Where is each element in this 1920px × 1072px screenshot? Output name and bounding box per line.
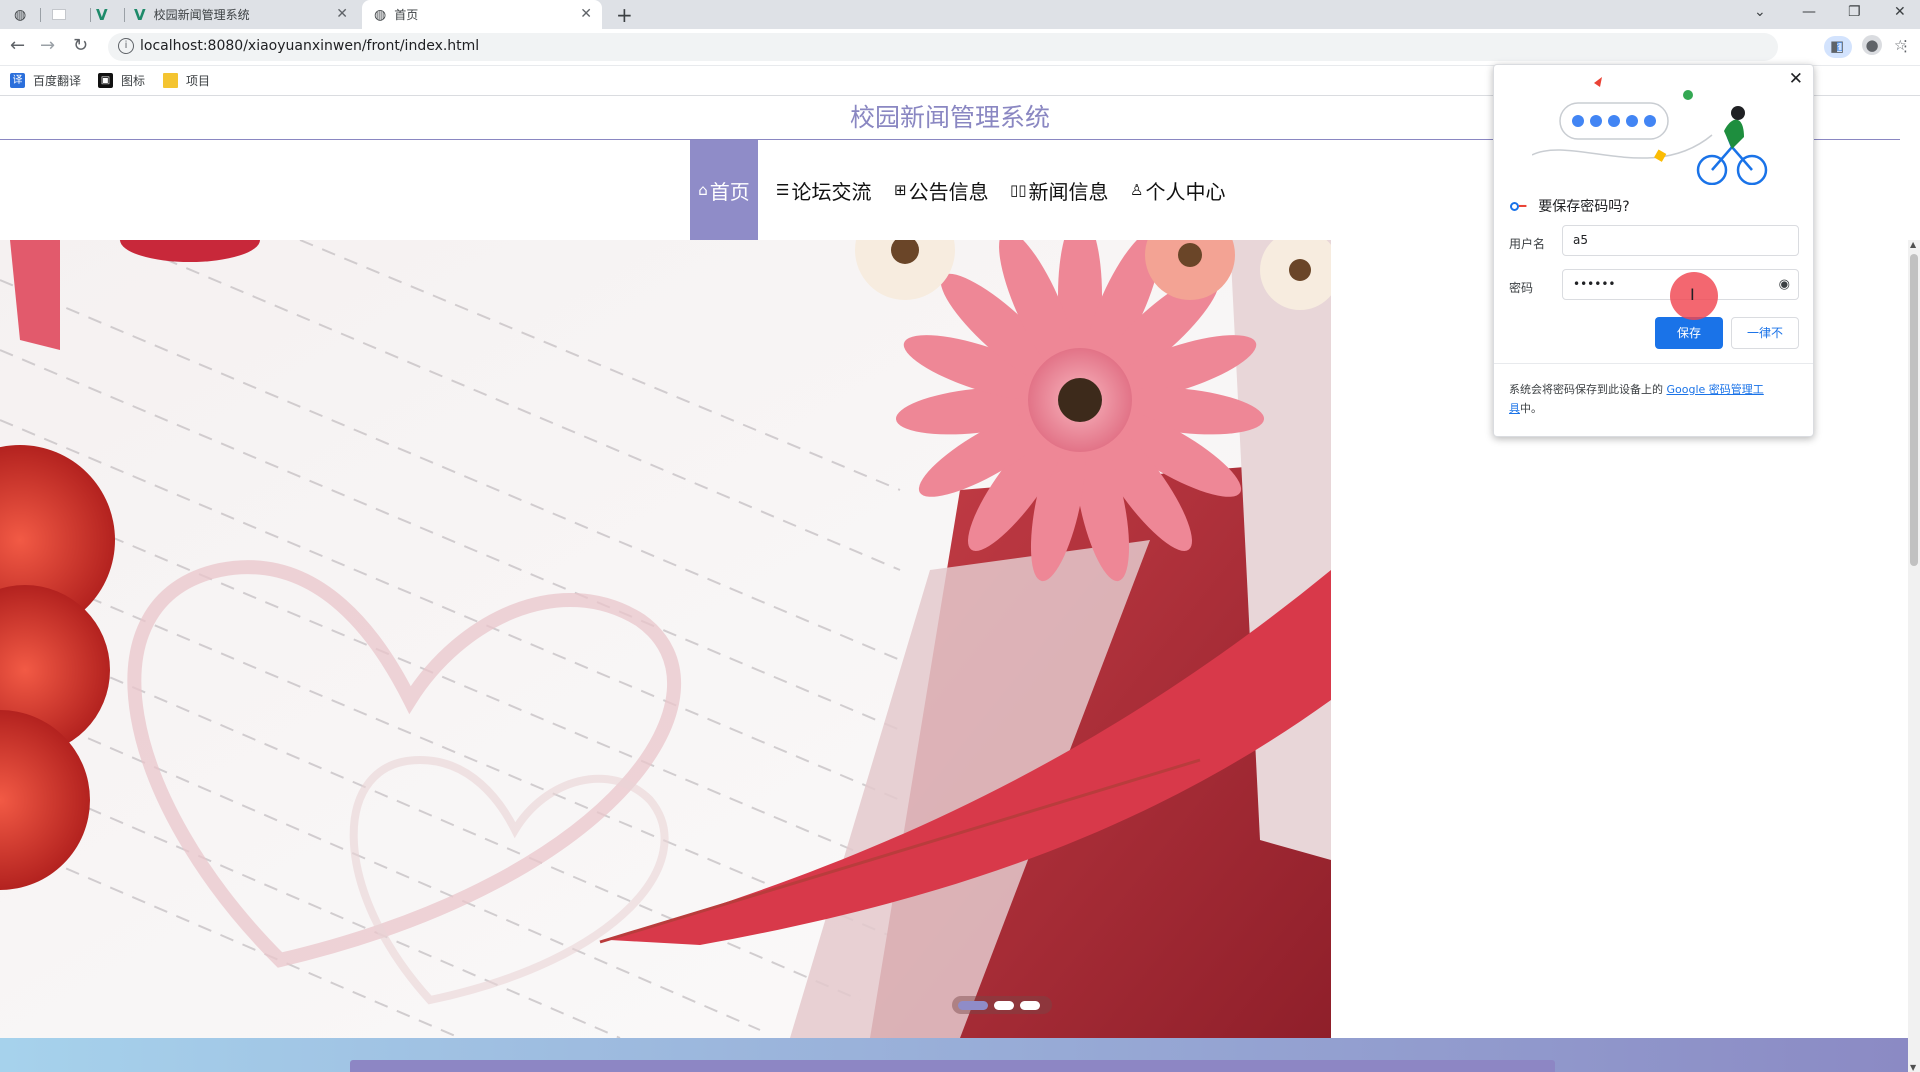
- bookmark-label: 百度翻译: [33, 74, 82, 88]
- bottom-section-strip: [350, 1060, 1555, 1072]
- nav-item-news[interactable]: ▯▯ 新闻信息: [1010, 140, 1109, 240]
- bookmark-baidu-translate[interactable]: 译 百度翻译: [10, 72, 81, 89]
- side-panel-icon[interactable]: ◧: [1830, 37, 1844, 55]
- nav-item-home[interactable]: ⌂ 首页: [690, 140, 758, 240]
- bookmark-icons[interactable]: ▣ 图标: [98, 72, 145, 89]
- carousel-dot[interactable]: [994, 1001, 1014, 1010]
- nav-item-profile[interactable]: ♙ 个人中心: [1130, 140, 1225, 240]
- nav-item-announcements[interactable]: ⊞ 公告信息: [894, 140, 989, 240]
- carousel-indicators: [952, 996, 1052, 1014]
- home-icon: ⌂: [698, 181, 708, 199]
- save-button[interactable]: 保存: [1655, 317, 1723, 349]
- tab-5-active[interactable]: ◍ 首页 ✕: [362, 0, 602, 29]
- tab-2[interactable]: [52, 0, 72, 29]
- tab-4[interactable]: V 校园新闻管理系统 ✕: [134, 0, 358, 29]
- tab-search-chevron-icon[interactable]: ⌄: [1754, 4, 1766, 20]
- dialog-footer: 系统会将密码保存到此设备上的 Google 密码管理工具中。: [1494, 363, 1813, 437]
- more-menu-icon[interactable]: ⋮: [1898, 37, 1913, 55]
- footer-end-text: 中。: [1520, 402, 1542, 415]
- tab-3[interactable]: V: [96, 0, 120, 29]
- key-icon: ━: [1510, 199, 1526, 213]
- bookmark-label: 图标: [121, 74, 146, 88]
- password-illustration: [1532, 77, 1768, 185]
- reload-icon[interactable]: ↻: [73, 35, 88, 56]
- page-scrollbar[interactable]: ▲ ▼: [1908, 240, 1920, 1072]
- close-icon[interactable]: ✕: [336, 6, 348, 22]
- nav-label: 公告信息: [908, 179, 989, 204]
- scrollbar-thumb[interactable]: [1910, 254, 1918, 566]
- bookmark-project[interactable]: 项目: [163, 72, 210, 89]
- blank-page-icon: [52, 9, 66, 20]
- banner-image: [0, 240, 1331, 1038]
- dialog-title-text: 要保存密码吗?: [1538, 199, 1630, 215]
- tab-separator: [90, 8, 91, 22]
- nav-label: 新闻信息: [1028, 179, 1109, 204]
- plus-icon: +: [616, 2, 633, 27]
- carousel-banner[interactable]: [0, 240, 1331, 1038]
- user-icon: ♙: [1130, 181, 1144, 199]
- globe-icon: ◍: [374, 6, 387, 23]
- scroll-up-arrow-icon[interactable]: ▲: [1910, 240, 1916, 249]
- link-text: Google 密码管理工: [1666, 383, 1764, 396]
- browser-toolbar: ← → ↻ i localhost:8080/xiaoyuanxinwen/fr…: [0, 29, 1920, 66]
- nav-label: 个人中心: [1145, 179, 1226, 204]
- tab-1[interactable]: ◍: [14, 0, 34, 29]
- bookmark-label: 项目: [186, 74, 211, 88]
- tab-strip: ◍ V V 校园新闻管理系统 ✕ ◍ 首页 ✕ + ⌄ — ❐ ✕: [0, 0, 1920, 29]
- username-label: 用户名: [1509, 237, 1546, 251]
- carousel-dot-active[interactable]: [958, 1001, 988, 1010]
- carousel-dot[interactable]: [1020, 1001, 1040, 1010]
- eye-icon[interactable]: ◉: [1779, 270, 1790, 299]
- url-text[interactable]: localhost:8080/xiaoyuanxinwen/front/inde…: [140, 38, 479, 54]
- text-cursor-icon: I: [1690, 285, 1695, 304]
- vue-logo-icon: V: [134, 5, 146, 24]
- forward-arrow-icon[interactable]: →: [40, 35, 55, 56]
- dialog-title: ━ 要保存密码吗?: [1510, 196, 1630, 216]
- news-icon: ▯▯: [1010, 181, 1027, 199]
- tab-separator: [124, 8, 125, 22]
- footer-text: 系统会将密码保存到此设备上的: [1509, 383, 1667, 396]
- graduation-cap-icon: ☰: [776, 181, 790, 199]
- save-password-dialog: ✕ ━ 要保存密码吗? 用户名 a5 密码 •••••• ◉ 保存 一律不 系统…: [1493, 64, 1814, 437]
- nav-label: 首页: [709, 179, 750, 204]
- never-button[interactable]: 一律不: [1731, 317, 1799, 349]
- back-arrow-icon[interactable]: ←: [10, 35, 25, 56]
- bottom-section-band: [0, 1038, 1908, 1072]
- nav-item-forum[interactable]: ☰ 论坛交流: [776, 140, 871, 240]
- username-field[interactable]: a5: [1562, 225, 1799, 256]
- close-icon[interactable]: ✕: [1789, 69, 1803, 89]
- translate-icon: 译: [10, 73, 25, 88]
- vue-logo-icon: V: [96, 5, 108, 24]
- new-tab-button[interactable]: +: [616, 0, 636, 29]
- nav-label: 论坛交流: [791, 179, 872, 204]
- close-icon[interactable]: ✕: [580, 6, 592, 22]
- tab-title: 首页: [394, 8, 419, 22]
- tab-separator: [40, 8, 41, 22]
- site-info-icon[interactable]: i: [118, 38, 134, 54]
- password-label: 密码: [1509, 281, 1534, 295]
- globe-icon: ◍: [14, 6, 27, 23]
- link-text: 具: [1509, 402, 1520, 415]
- minimize-icon[interactable]: —: [1802, 4, 1816, 20]
- tab-title: 校园新闻管理系统: [153, 8, 250, 22]
- address-bar[interactable]: i localhost:8080/xiaoyuanxinwen/front/in…: [108, 33, 1907, 61]
- profile-avatar-icon[interactable]: ●: [1862, 35, 1882, 55]
- gift-icon: ⊞: [894, 181, 907, 199]
- window-close-icon[interactable]: ✕: [1894, 4, 1906, 20]
- restore-icon[interactable]: ❐: [1848, 4, 1861, 20]
- folder-icon: [163, 73, 178, 88]
- password-masked-value: ••••••: [1573, 277, 1616, 291]
- image-icon: ▣: [98, 73, 113, 88]
- scroll-down-arrow-icon[interactable]: ▼: [1910, 1063, 1916, 1072]
